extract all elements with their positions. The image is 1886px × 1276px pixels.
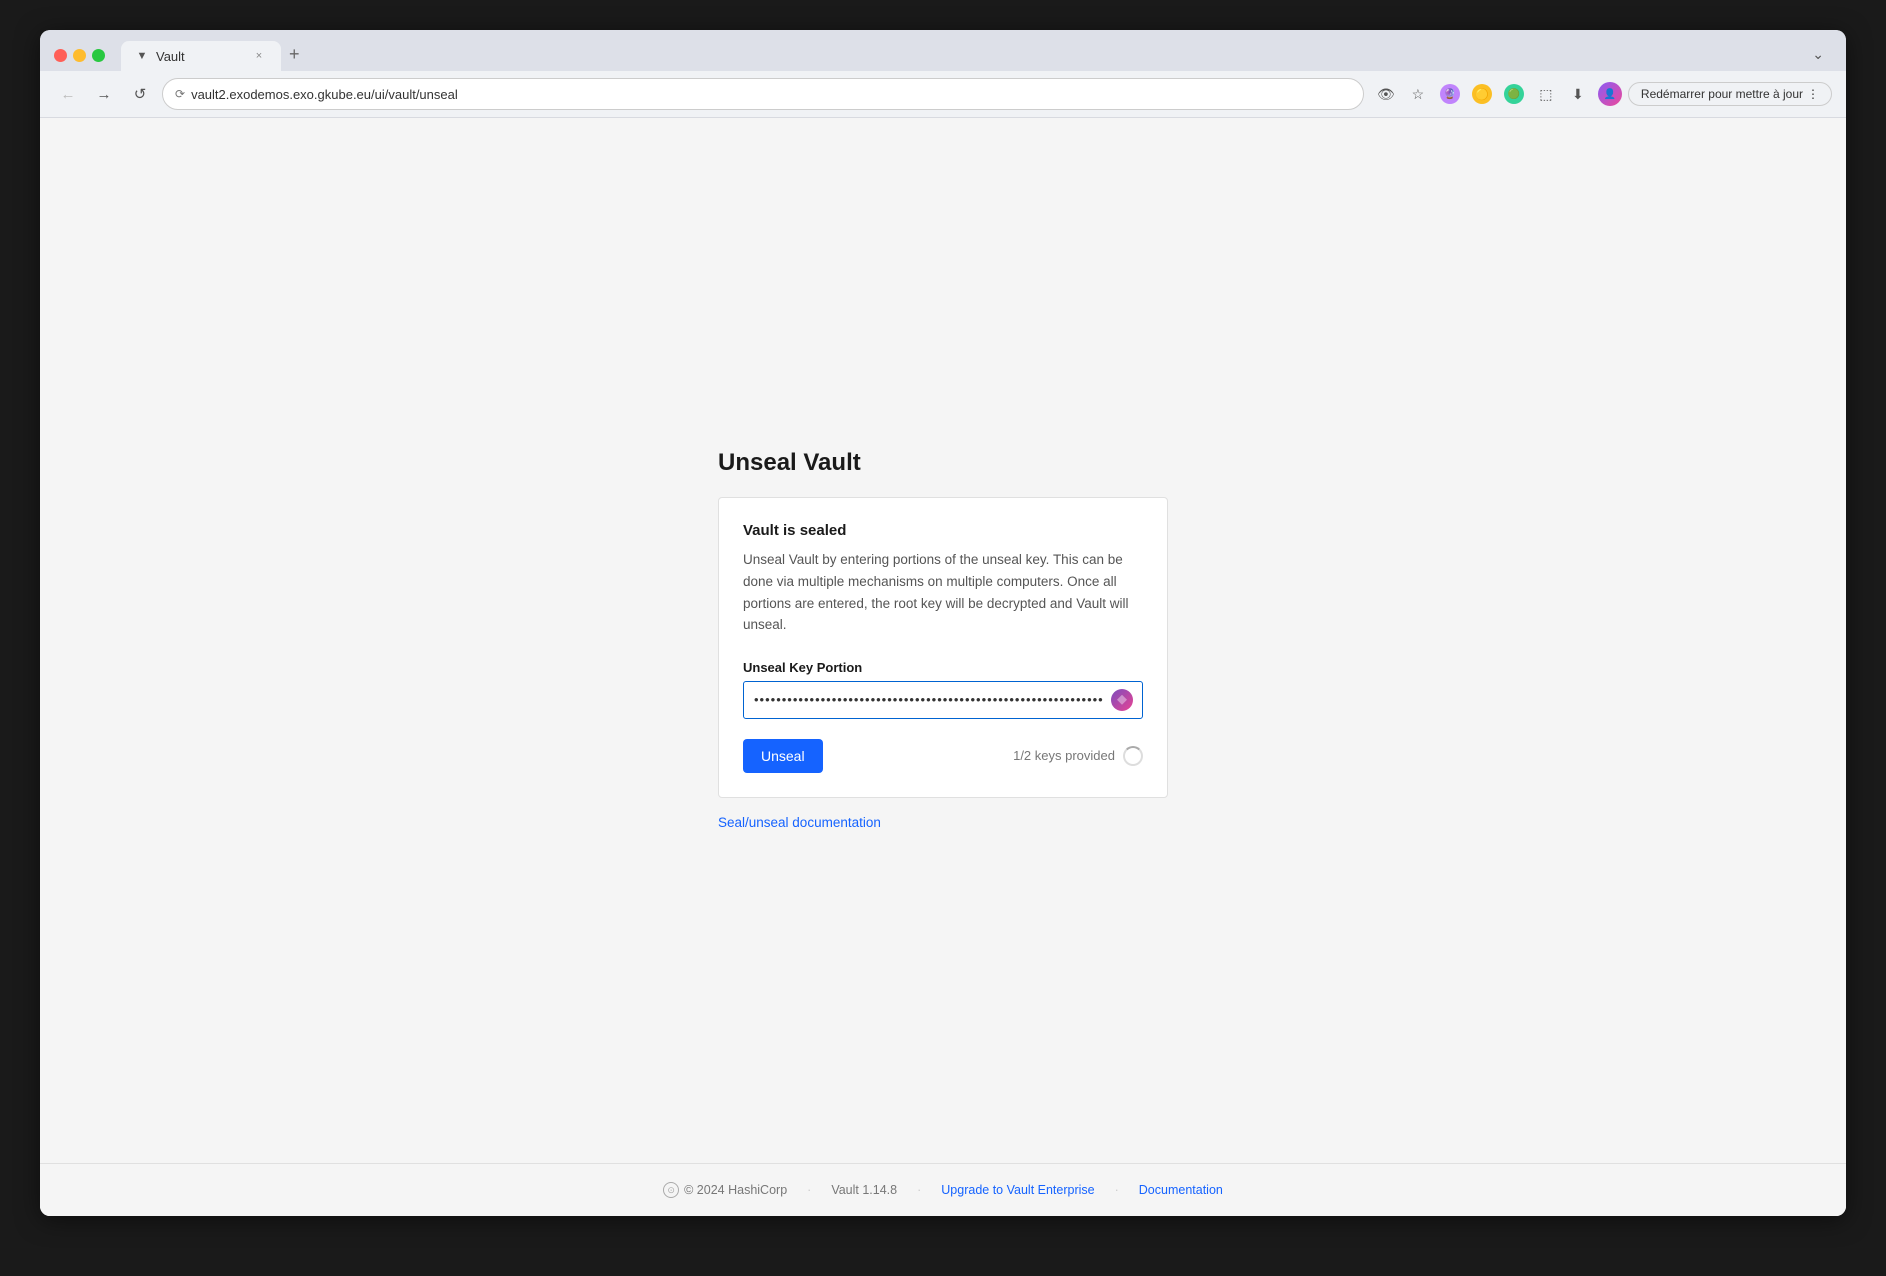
restart-label: Redémarrer pour mettre à jour — [1641, 87, 1803, 101]
address-bar[interactable]: ⟳ vault2.exodemos.exo.gkube.eu/ui/vault/… — [162, 78, 1364, 110]
traffic-lights — [54, 49, 105, 62]
minimize-window-button[interactable] — [73, 49, 86, 62]
tab-bar: ▼ Vault × + ⌄ — [121, 40, 1832, 71]
reload-button[interactable]: ↺ — [126, 80, 154, 108]
diamond-icon — [1117, 695, 1127, 705]
ext1-icon: 🔮 — [1440, 84, 1460, 104]
seal-unseal-doc-link[interactable]: Seal/unseal documentation — [718, 815, 881, 830]
download-button[interactable]: ⬇ — [1564, 80, 1592, 108]
restart-button[interactable]: Redémarrer pour mettre à jour ⋮ — [1628, 82, 1832, 106]
footer-separator-1: · — [807, 1183, 811, 1197]
extension3-button[interactable]: 🟢 — [1500, 80, 1528, 108]
extension1-button[interactable]: 🔮 — [1436, 80, 1464, 108]
unseal-card: Vault is sealed Unseal Vault by entering… — [718, 497, 1168, 797]
footer-version: Vault 1.14.8 — [831, 1183, 897, 1197]
unseal-button[interactable]: Unseal — [743, 739, 823, 773]
tab-dropdown-button[interactable]: ⌄ — [1804, 42, 1832, 67]
maximize-window-button[interactable] — [92, 49, 105, 62]
tab-title: Vault — [156, 49, 185, 64]
footer-separator-3: · — [1115, 1183, 1119, 1197]
footer-logo: ⊙ © 2024 HashiCorp — [663, 1182, 787, 1198]
restart-menu-icon: ⋮ — [1807, 87, 1819, 101]
browser-window: ▼ Vault × + ⌄ ← → ↺ ⟳ vault2.exodemos.ex… — [40, 30, 1846, 1216]
browser-tab-vault[interactable]: ▼ Vault × — [121, 41, 281, 71]
key-input-icon — [1111, 689, 1133, 711]
card-footer: Unseal 1/2 keys provided — [743, 739, 1143, 773]
field-label: Unseal Key Portion — [743, 660, 1143, 675]
progress-circle-icon — [1123, 746, 1143, 766]
ext3-icon: 🟢 — [1504, 84, 1524, 104]
tab-close-button[interactable]: × — [251, 48, 267, 64]
nav-actions: 👁 ☆ 🔮 🟡 🟢 ⬚ ⬇ 👤 Redémarrer pour mettre à… — [1372, 80, 1832, 108]
extension2-button[interactable]: 🟡 — [1468, 80, 1496, 108]
forward-button[interactable]: → — [90, 80, 118, 108]
title-bar: ▼ Vault × + ⌄ — [40, 30, 1846, 71]
new-tab-button[interactable]: + — [281, 40, 308, 69]
eye-icon-btn[interactable]: 👁 — [1372, 80, 1400, 108]
address-secure-icon: ⟳ — [175, 87, 185, 101]
footer-separator-2: · — [917, 1183, 921, 1197]
input-wrapper — [743, 681, 1143, 719]
keys-status-text: 1/2 keys provided — [1013, 748, 1115, 763]
ext2-icon: 🟡 — [1472, 84, 1492, 104]
page-content: Unseal Vault Vault is sealed Unseal Vaul… — [40, 118, 1846, 1216]
card-description: Unseal Vault by entering portions of the… — [743, 549, 1143, 635]
keys-status: 1/2 keys provided — [1013, 746, 1143, 766]
unseal-key-input[interactable] — [743, 681, 1143, 719]
hashicorp-logo-icon: ⊙ — [663, 1182, 679, 1198]
unseal-container: Unseal Vault Vault is sealed Unseal Vaul… — [718, 449, 1168, 831]
nav-bar: ← → ↺ ⟳ vault2.exodemos.exo.gkube.eu/ui/… — [40, 71, 1846, 118]
profile-avatar: 👤 — [1598, 82, 1622, 106]
tab-spacer: ⌄ — [308, 42, 1832, 71]
footer-doc-link[interactable]: Documentation — [1139, 1183, 1223, 1197]
tab-favicon-icon: ▼ — [135, 49, 149, 63]
footer-copyright: © 2024 HashiCorp — [684, 1183, 787, 1197]
bookmark-button[interactable]: ☆ — [1404, 80, 1432, 108]
back-button[interactable]: ← — [54, 80, 82, 108]
address-text: vault2.exodemos.exo.gkube.eu/ui/vault/un… — [191, 87, 1351, 102]
upgrade-link[interactable]: Upgrade to Vault Enterprise — [941, 1183, 1094, 1197]
card-title: Vault is sealed — [743, 522, 1143, 539]
page-footer: ⊙ © 2024 HashiCorp · Vault 1.14.8 · Upgr… — [40, 1163, 1846, 1216]
close-window-button[interactable] — [54, 49, 67, 62]
main-area: Unseal Vault Vault is sealed Unseal Vaul… — [40, 118, 1846, 1163]
profile-button[interactable]: 👤 — [1596, 80, 1624, 108]
page-title: Unseal Vault — [718, 449, 1168, 477]
extension4-button[interactable]: ⬚ — [1532, 80, 1560, 108]
